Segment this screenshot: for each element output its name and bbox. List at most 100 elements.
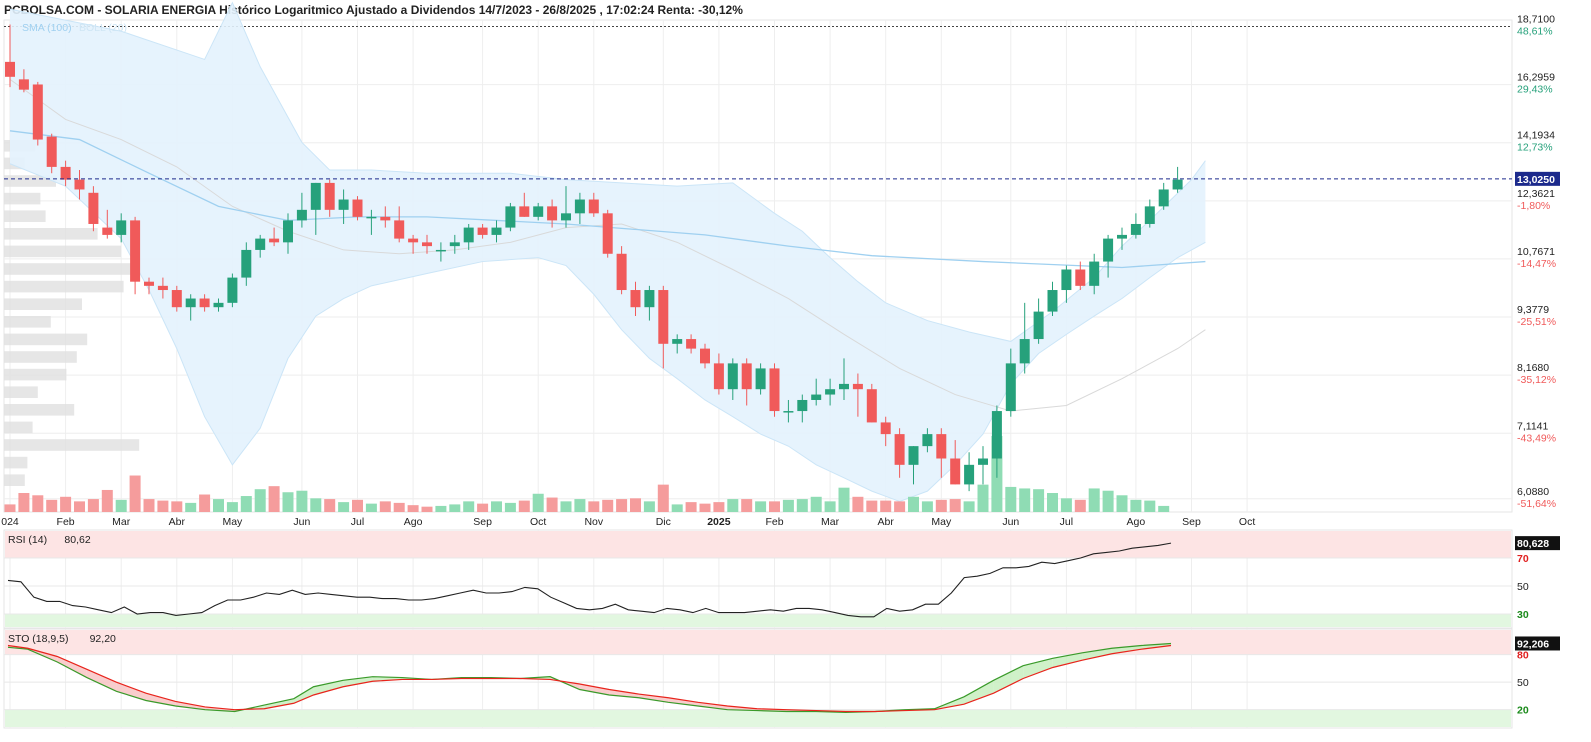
- x-axis-month-label: Mar: [821, 516, 840, 528]
- x-axis-month-label: Oct: [530, 516, 546, 528]
- candle-body: [74, 179, 85, 190]
- candle-body: [1075, 269, 1086, 286]
- x-axis-month-label: Ago: [1127, 516, 1146, 528]
- candle-body: [950, 458, 961, 485]
- volume-bar: [477, 503, 489, 512]
- volume-bar: [602, 499, 614, 512]
- candle-body: [199, 298, 210, 308]
- candle-body: [1117, 234, 1127, 239]
- volume-profile-bar: [4, 280, 124, 293]
- candle-body: [491, 227, 502, 235]
- x-axis-month-label: 024: [1, 516, 19, 528]
- candle-body: [380, 216, 391, 221]
- candle-body: [324, 182, 335, 210]
- pct-tick-label: -51,64%: [1517, 498, 1556, 510]
- volume-bar: [435, 505, 447, 512]
- volume-bar: [713, 502, 725, 512]
- candle-body: [866, 389, 877, 423]
- x-axis-month-label: 2025: [707, 516, 731, 528]
- x-axis-month-label: Sep: [473, 516, 492, 528]
- candle-body: [130, 220, 141, 282]
- legend-sma: SMA (100): [22, 22, 72, 34]
- volume-bar: [115, 499, 127, 512]
- volume-bar: [616, 499, 628, 512]
- x-axis-month-label: Nov: [584, 516, 603, 528]
- volume-bar: [74, 501, 85, 512]
- x-axis-month-label: Sep: [1182, 516, 1201, 528]
- candle-body: [908, 446, 919, 465]
- candle-body: [32, 84, 43, 140]
- pct-tick-label: -25,51%: [1517, 316, 1556, 328]
- x-axis-month-label: Abr: [169, 516, 186, 528]
- volume-bar: [421, 506, 433, 512]
- candle-body: [1172, 179, 1183, 190]
- volume-bar: [699, 503, 711, 512]
- candle-body: [5, 61, 15, 77]
- volume-profile-bar: [4, 298, 82, 310]
- volume-bar: [310, 498, 322, 512]
- candle-body: [1005, 363, 1016, 412]
- oversold-band: [5, 614, 1511, 627]
- candle-body: [519, 206, 530, 217]
- volume-bar: [1005, 486, 1017, 512]
- x-axis-month-label: Mar: [112, 516, 131, 528]
- candle-body: [88, 192, 99, 224]
- pct-tick-label: -14,47%: [1517, 258, 1556, 270]
- volume-bar: [226, 502, 238, 512]
- x-axis-month-label: Jul: [351, 516, 364, 528]
- price-tick-label: 16,2959: [1517, 72, 1555, 84]
- candle-body: [338, 199, 349, 210]
- candle-body: [922, 434, 933, 447]
- volume-profile-bar: [4, 245, 121, 258]
- candle-body: [435, 249, 446, 252]
- legend-boll: BOLL (20): [79, 22, 127, 34]
- candle-body: [839, 383, 849, 390]
- volume-bar: [365, 503, 377, 512]
- osc-last-value-label: 80,628: [1517, 538, 1549, 550]
- volume-bar: [240, 496, 252, 512]
- candle-body: [672, 339, 683, 344]
- candle-body: [394, 220, 405, 239]
- candle-body: [408, 238, 419, 243]
- x-axis-month-label: Feb: [765, 516, 783, 528]
- volume-bar: [963, 501, 975, 512]
- volume-bar: [894, 501, 906, 512]
- volume-bar: [143, 499, 155, 512]
- candle-body: [936, 434, 947, 459]
- candle-body: [574, 199, 585, 214]
- osc-tick-label: 80: [1517, 650, 1529, 662]
- volume-bar: [866, 500, 878, 512]
- volume-bar: [1102, 490, 1114, 512]
- candle-body: [713, 363, 724, 390]
- volume-bar: [935, 499, 947, 512]
- volume-bar: [657, 484, 669, 512]
- volume-profile-bar: [4, 192, 41, 205]
- volume-bar: [282, 492, 294, 512]
- price-tick-label: 8,1680: [1517, 362, 1549, 374]
- volume-profile-bar: [4, 368, 67, 381]
- volume-bar: [157, 500, 169, 512]
- x-axis-month-label: Oct: [1239, 516, 1255, 528]
- volume-bar: [782, 499, 794, 512]
- volume-bar: [352, 499, 363, 512]
- candle-body: [1144, 206, 1155, 224]
- candle-body: [422, 242, 432, 247]
- candle-body: [964, 464, 975, 485]
- volume-bar: [171, 501, 183, 512]
- candle-body: [1061, 269, 1072, 291]
- candle-body: [991, 411, 1002, 459]
- candle-body: [116, 220, 127, 235]
- volume-bar: [852, 496, 864, 512]
- candle-body: [769, 368, 780, 412]
- volume-bar: [18, 493, 30, 512]
- candle-body: [978, 458, 988, 465]
- volume-bar: [741, 499, 753, 512]
- volume-bar: [755, 501, 767, 512]
- candle-body: [1089, 261, 1100, 286]
- volume-bar: [574, 499, 586, 512]
- candle-body: [269, 238, 280, 243]
- candle-body: [880, 422, 891, 435]
- volume-bar: [1060, 498, 1072, 512]
- volume-bar: [1088, 488, 1100, 512]
- candle-body: [296, 209, 307, 221]
